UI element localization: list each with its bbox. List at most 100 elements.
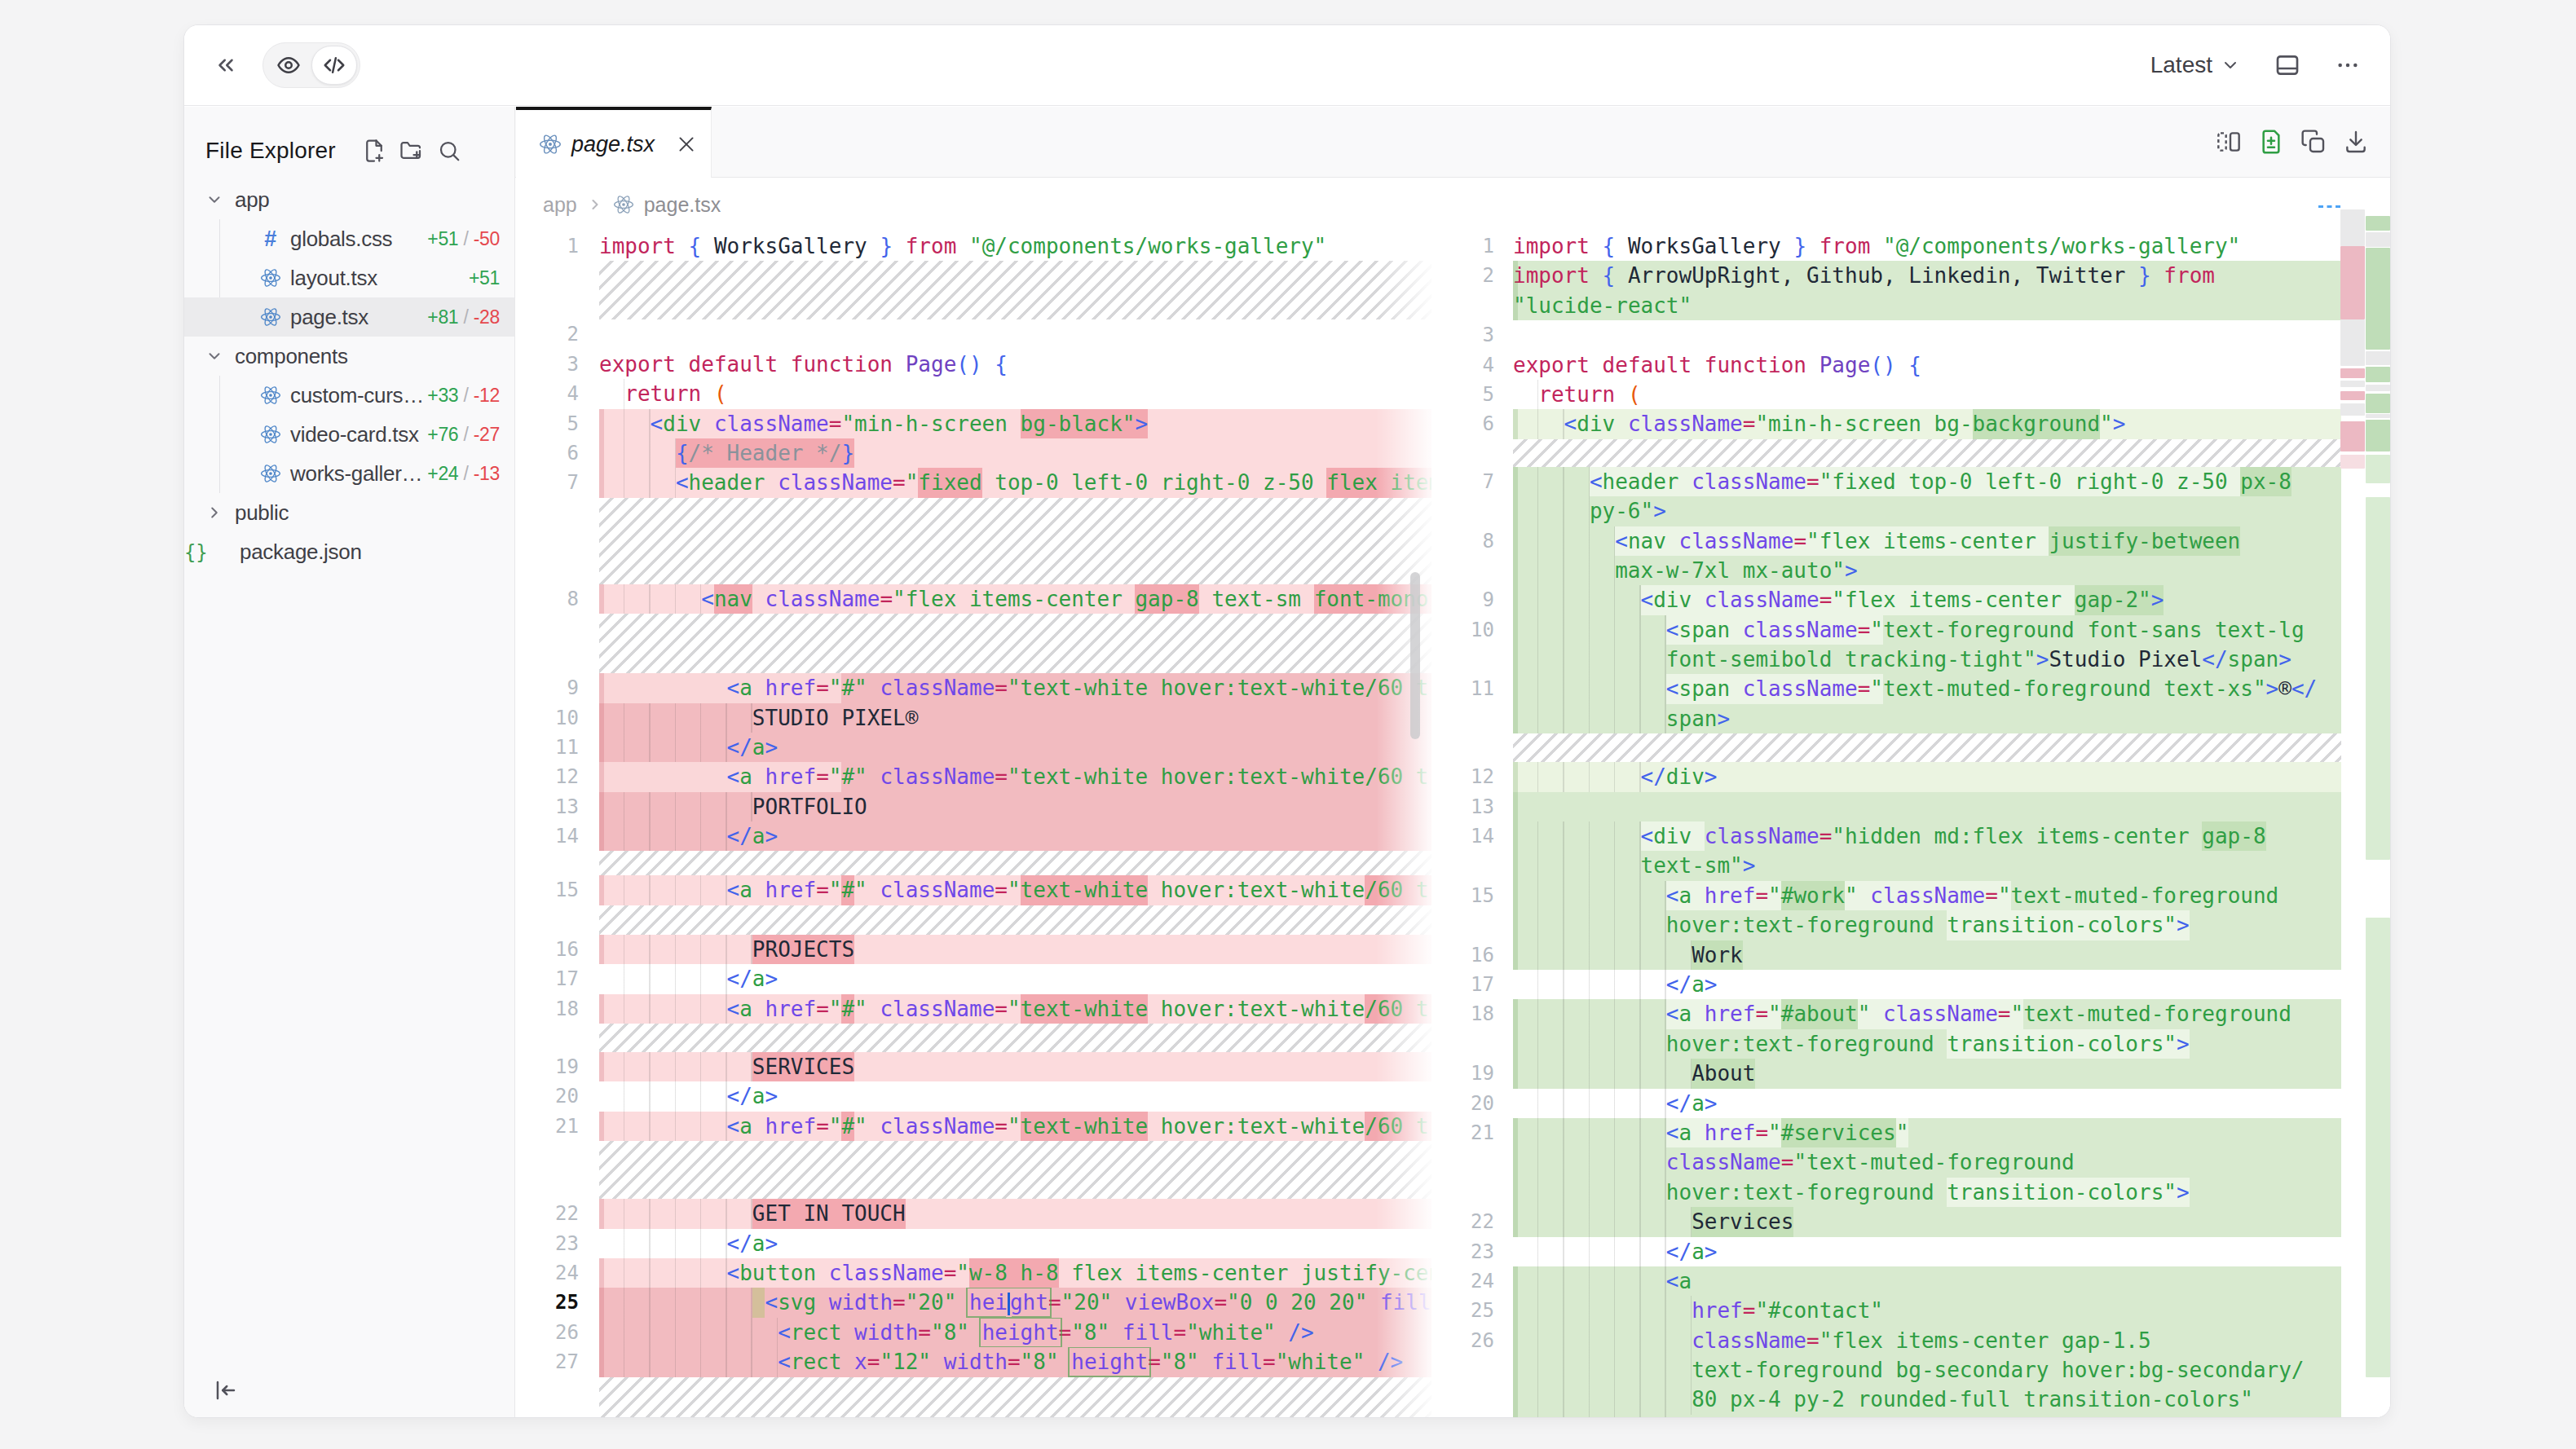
tree-folder-public[interactable]: public <box>184 493 514 532</box>
code-line[interactable]: 7<header className="fixed top-0 left-0 r… <box>515 468 1431 497</box>
code-line[interactable]: 16PROJECTS <box>515 935 1431 964</box>
code-line[interactable]: 1import { WorksGallery } from "@/compone… <box>515 231 1431 261</box>
code-line[interactable]: 19SERVICES <box>515 1052 1431 1081</box>
code-line[interactable]: hover:text-foreground transition-colors"… <box>1432 1178 2390 1207</box>
collapse-panel-icon[interactable] <box>214 53 238 77</box>
code-line[interactable]: 20</a> <box>515 1081 1431 1111</box>
code-line[interactable]: className="text-muted-foreground <box>1432 1147 2390 1177</box>
tree-file-video-card.tsx[interactable]: video-card.tsx+76 / -27 <box>184 415 514 454</box>
code-line[interactable]: 13PORTFOLIO <box>515 792 1431 821</box>
code-line[interactable] <box>515 1141 1431 1199</box>
code-line[interactable]: 8<nav className="flex items-center gap-8… <box>515 584 1431 614</box>
code-line[interactable] <box>515 851 1431 875</box>
code-line[interactable]: 14<div className="hidden md:flex items-c… <box>1432 821 2390 851</box>
code-line[interactable]: 17</a> <box>515 964 1431 993</box>
code-line[interactable] <box>515 905 1431 935</box>
code-line[interactable]: 21<a href="#services" <box>1432 1118 2390 1147</box>
tab-page-tsx[interactable]: page.tsx <box>516 107 712 178</box>
tree-file-layout.tsx[interactable]: layout.tsx+51 <box>184 258 514 297</box>
code-line[interactable]: font-semibold tracking-tight">Studio Pix… <box>1432 645 2390 674</box>
left-pane-scrollbar-thumb[interactable] <box>1410 572 1420 739</box>
code-line[interactable] <box>515 614 1431 673</box>
code-line[interactable]: 11<span className="text-muted-foreground… <box>1432 674 2390 703</box>
code-line[interactable]: 22Services <box>1432 1207 2390 1236</box>
tree-file-package.json[interactable]: {}package.json <box>184 532 514 571</box>
code-line[interactable] <box>515 498 1431 584</box>
version-dropdown[interactable]: Latest <box>2150 52 2240 78</box>
code-line[interactable]: 22GET IN TOUCH <box>515 1199 1431 1228</box>
code-line[interactable] <box>1432 439 2390 467</box>
diff-overview-ruler[interactable] <box>2340 107 2390 1394</box>
code-line[interactable]: 4export default function Page() { <box>1432 350 2390 380</box>
code-line[interactable]: 12<a href="#" className="text-white hove… <box>515 762 1431 791</box>
code-line[interactable]: 9<div className="flex items-center gap-2… <box>1432 585 2390 614</box>
code-view-toggle[interactable] <box>311 46 357 85</box>
code-line[interactable]: 24<a <box>1432 1266 2390 1296</box>
code-line[interactable]: 2import { ArrowUpRight, Github, Linkedin… <box>1432 261 2390 290</box>
code-line[interactable]: 80 px-4 py-2 rounded-full transition-col… <box>1432 1385 2390 1414</box>
code-line[interactable]: 4return ( <box>515 379 1431 408</box>
code-line[interactable]: 21<a href="#" className="text-white hove… <box>515 1112 1431 1141</box>
code-line[interactable]: 11</a> <box>515 733 1431 762</box>
code-line[interactable]: 17</a> <box>1432 970 2390 999</box>
new-file-button[interactable] <box>362 139 386 163</box>
code-line[interactable]: 10STUDIO PIXEL® <box>515 703 1431 733</box>
more-options-button[interactable] <box>2335 52 2361 78</box>
code-line[interactable]: 14</a> <box>515 821 1431 851</box>
tree-folder-components[interactable]: components <box>184 337 514 376</box>
code-line[interactable]: 15<a href="#" className="text-white hove… <box>515 875 1431 905</box>
code-line[interactable]: py-6"> <box>1432 496 2390 526</box>
collapse-sidebar-button[interactable] <box>209 1373 243 1407</box>
code-line[interactable]: text-foreground bg-secondary hover:bg-se… <box>1432 1355 2390 1385</box>
tree-file-globals.css[interactable]: #globals.css+51 / -50 <box>184 219 514 258</box>
copy-code-button[interactable] <box>2300 129 2327 155</box>
code-line[interactable]: 5<div className="min-h-screen bg-black"> <box>515 409 1431 438</box>
code-line[interactable] <box>1432 733 2390 762</box>
code-line[interactable] <box>515 1377 1431 1418</box>
code-line[interactable]: "lucide-react" <box>1432 291 2390 320</box>
code-line[interactable]: 24<button className="w-8 h-8 flex items-… <box>515 1258 1431 1288</box>
code-line[interactable]: hover:text-foreground transition-colors"… <box>1432 1029 2390 1059</box>
tree-file-works-galler-[interactable]: works-galler…+24 / -13 <box>184 454 514 493</box>
code-line[interactable]: 13 <box>1432 792 2390 821</box>
tab-close-button[interactable] <box>676 134 697 155</box>
code-line[interactable]: 6{/* Header */} <box>515 438 1431 468</box>
code-line[interactable]: 10<span className="text-foreground font-… <box>1432 615 2390 645</box>
code-line[interactable]: hover:text-foreground transition-colors"… <box>1432 910 2390 940</box>
code-line[interactable]: span> <box>1432 704 2390 733</box>
breadcrumb-file[interactable]: page.tsx <box>644 193 721 217</box>
code-line[interactable]: 25 <svg width="20" height="20" viewBox="… <box>515 1288 1431 1317</box>
diff-pane-original[interactable]: 1import { WorksGallery } from "@/compone… <box>515 231 1431 1418</box>
code-line[interactable]: 16Work <box>1432 940 2390 970</box>
diff-pane-modified[interactable]: 1import { WorksGallery } from "@/compone… <box>1432 231 2390 1418</box>
code-line[interactable]: 1import { WorksGallery } from "@/compone… <box>1432 231 2390 261</box>
code-line[interactable]: 26className="flex items-center gap-1.5 <box>1432 1326 2390 1355</box>
code-line[interactable]: 9<a href="#" className="text-white hover… <box>515 673 1431 702</box>
file-diff-button[interactable] <box>2258 129 2284 155</box>
code-line[interactable]: 18<a href="#about" className="text-muted… <box>1432 999 2390 1028</box>
code-line[interactable]: 23</a> <box>515 1229 1431 1258</box>
code-line[interactable]: 19About <box>1432 1059 2390 1088</box>
code-line[interactable]: 23</a> <box>1432 1237 2390 1266</box>
code-line[interactable]: 2 <box>515 319 1431 349</box>
split-editor-button[interactable] <box>2216 129 2242 155</box>
code-line[interactable]: 20</a> <box>1432 1089 2390 1118</box>
tree-file-page.tsx[interactable]: page.tsx+81 / -28 <box>184 297 514 337</box>
code-line[interactable]: 27> <box>1432 1415 2390 1418</box>
code-line[interactable]: text-sm"> <box>1432 851 2390 880</box>
code-line[interactable]: 18<a href="#" className="text-white hove… <box>515 994 1431 1024</box>
code-line[interactable]: max-w-7xl mx-auto"> <box>1432 556 2390 585</box>
breadcrumb-folder[interactable]: app <box>543 193 577 217</box>
code-line[interactable]: 6<div className="min-h-screen bg-backgro… <box>1432 409 2390 438</box>
code-line[interactable]: 8<nav className="flex items-center justi… <box>1432 526 2390 556</box>
tree-folder-app[interactable]: app <box>184 180 514 219</box>
code-line[interactable] <box>515 261 1431 319</box>
preview-eye-toggle[interactable] <box>266 46 311 85</box>
code-line[interactable]: 25href="#contact" <box>1432 1296 2390 1325</box>
tree-file-custom-curs-[interactable]: custom-curs…+33 / -12 <box>184 376 514 415</box>
code-line[interactable]: 5return ( <box>1432 380 2390 409</box>
code-line[interactable]: 3export default function Page() { <box>515 350 1431 379</box>
code-line[interactable]: 27<rect x="12" width="8" height="8" fill… <box>515 1347 1431 1376</box>
code-line[interactable]: 12</div> <box>1432 762 2390 791</box>
panel-bottom-button[interactable] <box>2274 52 2300 78</box>
